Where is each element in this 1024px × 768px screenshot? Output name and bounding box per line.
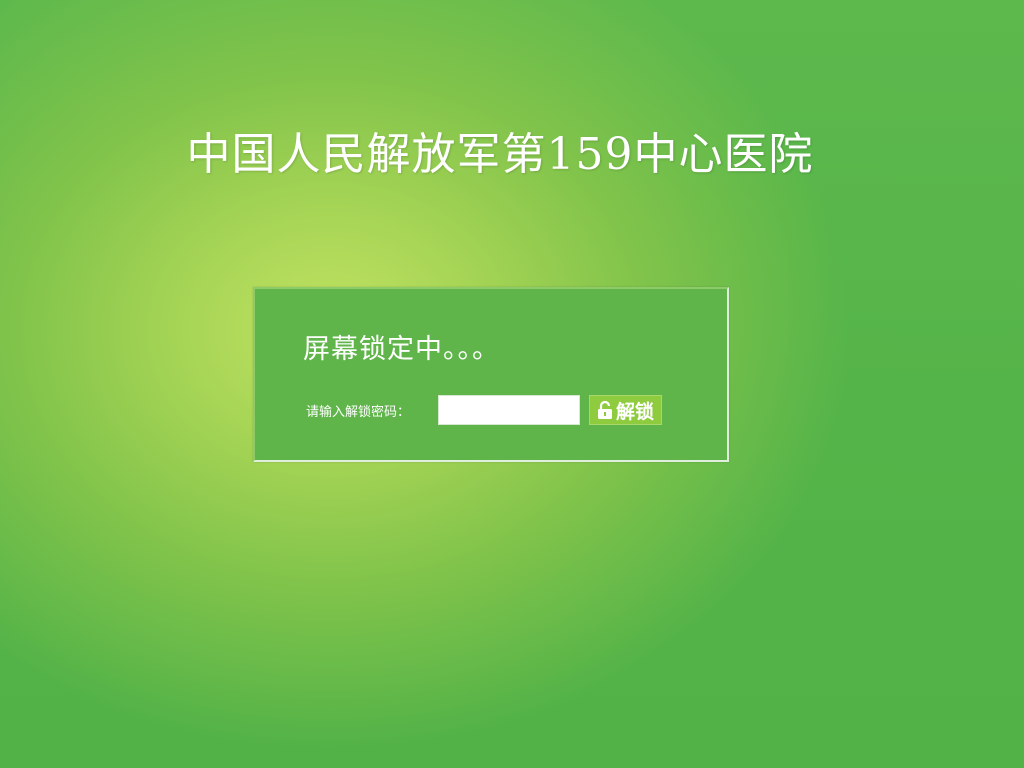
lock-heading: 屏幕锁定中。。。 — [303, 334, 500, 365]
password-input[interactable] — [438, 395, 580, 425]
lock-screen-panel: 屏幕锁定中。。。 请输入解锁密码： 解锁 — [253, 287, 729, 462]
unlock-button-label: 解锁 — [615, 401, 654, 423]
password-label: 请输入解锁密码： — [306, 405, 411, 420]
hospital-title: 中国人民解放军第159中心医院 — [186, 129, 814, 180]
unlock-button[interactable]: 解锁 — [589, 395, 662, 425]
unlock-icon — [597, 400, 613, 420]
